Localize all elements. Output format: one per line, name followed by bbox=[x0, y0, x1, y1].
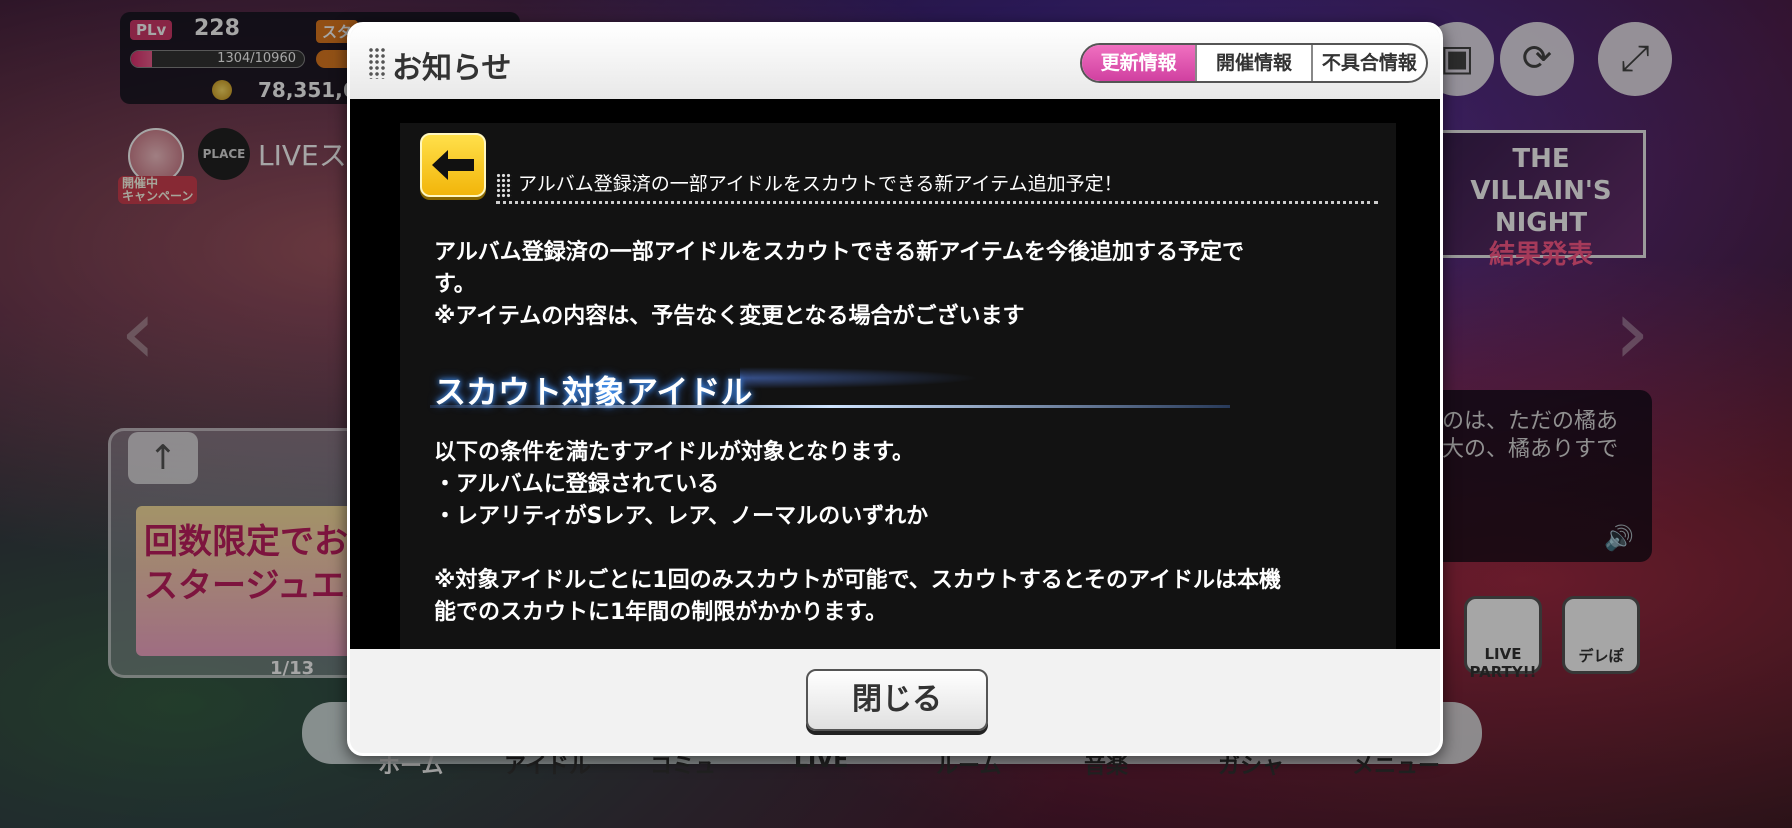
title-divider bbox=[496, 201, 1378, 204]
notice-dialog: お知らせ 更新情報 開催情報 不具合情報 アルバム登録済の一部アイドルをスカウト… bbox=[347, 22, 1443, 756]
close-button[interactable]: 閉じる bbox=[806, 669, 988, 731]
note-line-2: 能でのスカウトに1年間の制限がかかります。 bbox=[434, 600, 888, 625]
title-dots-icon bbox=[496, 173, 512, 199]
article-title: アルバム登録済の一部アイドルをスカウトできる新アイテム追加予定！ bbox=[518, 173, 1123, 195]
note-line-1: ※対象アイドルごとに1回のみスカウトが可能で、スカウトするとそのアイドルは本機 bbox=[434, 568, 1281, 593]
back-button[interactable] bbox=[420, 133, 486, 197]
heading-sparkle bbox=[740, 367, 980, 389]
intro-line-2: す。 bbox=[434, 272, 476, 297]
tab-event-info[interactable]: 開催情報 bbox=[1195, 45, 1310, 81]
intro-note: ※アイテムの内容は、予告なく変更となる場合がございます bbox=[434, 304, 1025, 329]
condition-2: ・レアリティがSレア、レア、ノーマルのいずれか bbox=[434, 504, 929, 529]
article-panel[interactable]: アルバム登録済の一部アイドルをスカウトできる新アイテム追加予定！ アルバム登録済… bbox=[400, 123, 1396, 649]
tab-bug-info[interactable]: 不具合情報 bbox=[1310, 45, 1426, 81]
dialog-footer: 閉じる bbox=[350, 649, 1440, 753]
intro-line-1: アルバム登録済の一部アイドルをスカウトできる新アイテムを今後追加する予定で bbox=[434, 240, 1245, 265]
notice-tabs: 更新情報 開催情報 不具合情報 bbox=[1080, 43, 1428, 83]
dialog-header: お知らせ 更新情報 開催情報 不具合情報 bbox=[350, 25, 1440, 99]
grip-dots-icon bbox=[368, 47, 386, 79]
conditions-intro: 以下の条件を満たすアイドルが対象となります。 bbox=[434, 440, 915, 465]
arrow-left-icon bbox=[432, 150, 474, 180]
condition-1: ・アルバムに登録されている bbox=[434, 472, 720, 497]
heading-underline bbox=[430, 405, 1230, 408]
tab-update-info[interactable]: 更新情報 bbox=[1082, 45, 1196, 81]
dialog-title: お知らせ bbox=[392, 51, 512, 86]
dialog-body: アルバム登録済の一部アイドルをスカウトできる新アイテム追加予定！ アルバム登録済… bbox=[350, 99, 1440, 649]
